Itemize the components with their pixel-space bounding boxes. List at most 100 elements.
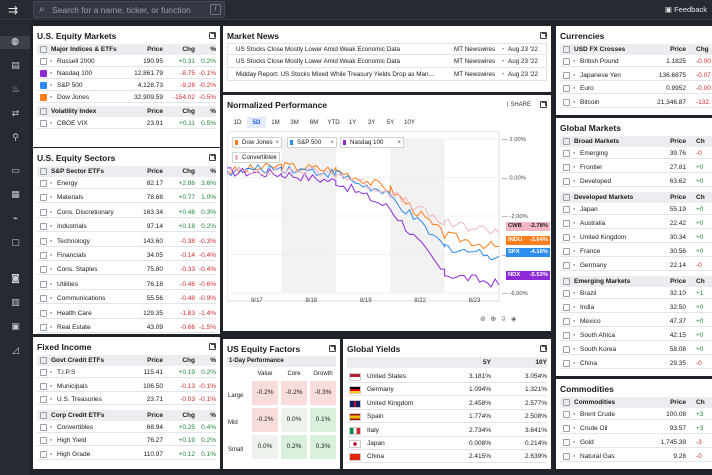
range-button-5d[interactable]: 5D [247, 117, 266, 128]
row-checkbox[interactable] [40, 237, 47, 245]
row-checkbox[interactable] [40, 396, 47, 403]
row-checkbox[interactable] [563, 318, 570, 325]
factor-cell[interactable]: 0.0% [281, 408, 307, 432]
draw-icon[interactable]: ⊘ [480, 315, 486, 323]
row-checkbox[interactable] [40, 369, 47, 376]
row-checkbox[interactable] [563, 71, 570, 79]
expand-icon[interactable] [209, 32, 216, 39]
select-all-checkbox[interactable] [40, 411, 47, 419]
select-all-checkbox[interactable] [40, 108, 47, 115]
expand-icon[interactable] [329, 345, 336, 352]
table-row[interactable]: ▪ South Korea 58.08 +0 [560, 344, 712, 355]
table-row[interactable]: ▪ Brent Crude 100.08 +3 [560, 409, 712, 420]
select-all-checkbox[interactable] [40, 357, 47, 364]
select-all-checkbox[interactable] [563, 278, 570, 285]
row-checkbox[interactable] [563, 360, 570, 367]
document-icon[interactable]: ▢ [9, 237, 22, 250]
range-button-6m[interactable]: 6M [304, 117, 324, 128]
range-button-ytd[interactable]: YTD [324, 117, 343, 128]
table-row[interactable]: ▪ Mexico 47.37 +0 [560, 316, 712, 327]
table-row[interactable]: ▪ High Yield 76.27 +0.19 0.2% [37, 435, 216, 446]
search-box[interactable]: ⌕ Search for a name, ticker, or function… [33, 1, 225, 18]
grid-icon[interactable]: ▦ [9, 189, 22, 202]
close-icon[interactable]: × [397, 138, 401, 147]
factor-cell[interactable]: 0.1% [310, 408, 336, 432]
series-chip[interactable]: Convertibles × [232, 152, 280, 163]
table-row[interactable]: ▪ South Africa 42.15 +0 [560, 330, 712, 341]
table-row[interactable]: ▪ Real Estate 43.09 -0.66 -1.5% [37, 322, 216, 333]
menu-logo-icon[interactable]: ⇉ [8, 4, 18, 16]
news-item[interactable]: Midday Report: US Stocks Mixed While Tre… [227, 69, 547, 81]
table-row[interactable]: ▪ Brazil 32.10 +1 [560, 288, 712, 299]
news-item[interactable]: US Stocks Close Mostly Lower Amid Weak E… [227, 56, 547, 68]
crosshair-icon[interactable]: ⊕ [490, 315, 496, 323]
row-checkbox[interactable] [40, 295, 47, 303]
expand-icon[interactable] [209, 343, 216, 350]
close-icon[interactable]: × [330, 138, 334, 147]
table-row[interactable]: ▪ China 29.35 -0 [560, 358, 712, 369]
row-checkbox[interactable] [563, 304, 570, 311]
row-checkbox[interactable] [563, 346, 570, 353]
close-icon[interactable]: × [275, 138, 279, 147]
row-checkbox[interactable] [40, 194, 47, 202]
table-row[interactable]: ▪ Convertibles 68.94 +0.25 0.4% [37, 422, 216, 433]
row-checkbox[interactable] [40, 208, 47, 216]
select-all-checkbox[interactable] [563, 194, 570, 201]
row-checkbox[interactable] [40, 382, 47, 390]
table-row[interactable]: Spain 1.774% 2.508% [347, 411, 547, 424]
factor-cell[interactable]: -0.2% [281, 381, 307, 405]
row-checkbox[interactable] [563, 234, 570, 241]
table-row[interactable]: ▪ T.I.P.S 115.41 +0.19 0.2% [37, 367, 216, 378]
table-row[interactable]: ▪ Utilities 76.18 -0.46 -0.6% [37, 279, 216, 290]
report-icon[interactable]: ▥ [9, 297, 22, 310]
table-row[interactable]: ▪ Nasdaq 100 12,861.79 -8.75 -0.1% [37, 68, 216, 79]
globe-icon[interactable]: ◍ [0, 36, 30, 49]
table-row[interactable]: ▪ Frontier 27.81 +0 [560, 162, 712, 173]
row-checkbox[interactable] [563, 439, 570, 446]
table-row[interactable]: ▪ India 32.50 +0 [560, 302, 712, 313]
table-row[interactable]: ▪ Cons. Discretionary 163.34 +0.46 0.3% [37, 207, 216, 218]
row-checkbox[interactable] [563, 262, 570, 269]
chart-icon[interactable]: ◿ [9, 345, 22, 358]
series-line-dow-jones[interactable] [227, 161, 500, 250]
table-row[interactable]: ▪ Natural Gas 9.28 -0 [560, 451, 712, 462]
row-checkbox[interactable] [563, 206, 570, 213]
table-row[interactable]: ▪ Crude Oil 93.57 +3 [560, 423, 712, 434]
series-line-convertibles[interactable] [227, 164, 500, 235]
table-row[interactable]: ▪ British Pound 1.1825 -0.00 [560, 56, 712, 67]
select-all-checkbox[interactable] [563, 138, 570, 145]
table-row[interactable]: ▪ Health Care 129.35 -1.83 -1.4% [37, 308, 216, 319]
range-button-1y[interactable]: 1Y [343, 117, 362, 128]
row-checkbox[interactable] [40, 450, 47, 458]
table-row[interactable]: ▪ Gold 1,745.39 -3 [560, 437, 712, 448]
row-checkbox[interactable] [40, 223, 47, 231]
monitor-icon[interactable]: ▭ [9, 165, 22, 178]
row-checkbox[interactable] [563, 98, 570, 106]
table-row[interactable]: ▪ Developed 63.62 +0 [560, 176, 712, 187]
factor-cell[interactable]: -0.2% [252, 381, 278, 405]
select-all-checkbox[interactable] [40, 168, 47, 175]
row-checkbox[interactable] [40, 437, 47, 444]
expand-icon[interactable] [540, 101, 547, 108]
range-button-3y[interactable]: 3Y [362, 117, 381, 128]
table-row[interactable]: ▪ Technology 143.60 -0.38 -0.3% [37, 236, 216, 247]
table-row[interactable]: ▪ Communications 55.56 -0.48 -0.9% [37, 293, 216, 305]
table-row[interactable]: ▪ Emerging 39.76 -0 [560, 148, 712, 159]
table-row[interactable]: ▪ S&P 500 4,128.73 -9.26 -0.2% [37, 80, 216, 91]
factor-cell[interactable]: -0.2% [252, 408, 278, 432]
table-row[interactable]: ▪ Russell 2000 190.95 +0.31 0.2% [37, 56, 216, 67]
table-row[interactable]: China 2.415% 2.639% [347, 451, 547, 464]
table-row[interactable]: ▪ Euro 0.9952 -0.00 [560, 83, 712, 94]
row-checkbox[interactable] [40, 70, 47, 77]
row-checkbox[interactable] [563, 290, 570, 297]
row-checkbox[interactable] [563, 248, 570, 255]
table-row[interactable]: Germany 1.094% 1.321% [347, 384, 547, 397]
calendar-icon[interactable]: ▣ [9, 321, 22, 334]
range-button-1d[interactable]: 1D [228, 117, 247, 128]
series-chip[interactable]: Dow Jones × [232, 137, 282, 148]
row-checkbox[interactable] [40, 94, 47, 101]
row-checkbox[interactable] [40, 120, 47, 127]
row-checkbox[interactable] [563, 332, 570, 339]
screener-icon[interactable]: ⇄ [9, 108, 22, 121]
expand-icon[interactable] [540, 32, 547, 39]
